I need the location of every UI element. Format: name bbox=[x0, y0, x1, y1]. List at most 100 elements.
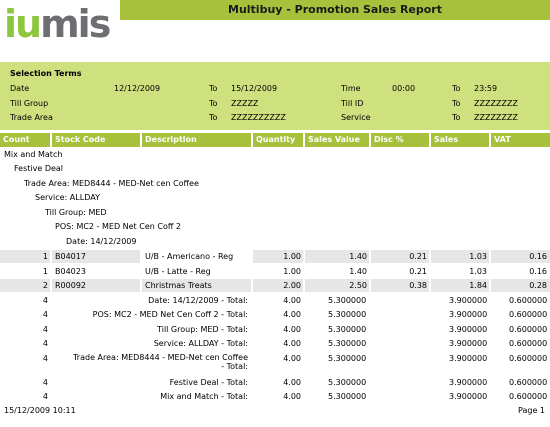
total-count: 4 bbox=[42, 296, 48, 305]
total-sales-value: 5.300000 bbox=[328, 392, 367, 401]
cell-disc: 0.21 bbox=[371, 250, 429, 263]
total-quantity: 4.00 bbox=[283, 339, 301, 348]
cell-sales-value: 1.40 bbox=[349, 267, 367, 276]
total-label: Service: ALLDAY - Total: bbox=[153, 339, 248, 348]
total-row: 4 Festive Deal - Total: 4.00 5.300000 3.… bbox=[0, 376, 550, 390]
total-vat: 0.600000 bbox=[509, 392, 548, 401]
group-date: Date: 14/12/2009 bbox=[66, 237, 137, 246]
group-service: Service: ALLDAY bbox=[35, 193, 100, 202]
service-to: ZZZZZZZZ bbox=[474, 113, 518, 122]
report-title: Multibuy - Promotion Sales Report bbox=[228, 3, 442, 16]
total-sales-value: 5.300000 bbox=[328, 310, 367, 319]
group-mix-and-match: Mix and Match bbox=[4, 150, 63, 159]
title-bar: Multibuy - Promotion Sales Report bbox=[120, 0, 550, 20]
cell-sales-value: 2.50 bbox=[305, 279, 369, 292]
total-count: 4 bbox=[42, 378, 48, 387]
group-pos: POS: MC2 - MED Net Cen Coff 2 bbox=[55, 222, 181, 231]
cell-description: U/B - Latte - Reg bbox=[145, 267, 211, 276]
total-sales: 3.900000 bbox=[449, 339, 488, 348]
total-count: 4 bbox=[42, 354, 48, 363]
cell-disc: 0.21 bbox=[409, 267, 427, 276]
total-row: 4 Date: 14/12/2009 - Total: 4.00 5.30000… bbox=[0, 294, 550, 308]
total-sales: 3.900000 bbox=[449, 296, 488, 305]
to-label: To bbox=[452, 113, 461, 122]
column-header-sales-value: Sales Value bbox=[305, 133, 369, 147]
cell-stock-code: B04017 bbox=[52, 250, 140, 263]
till-id-label: Till ID bbox=[341, 99, 364, 108]
to-label: To bbox=[209, 84, 218, 93]
to-label: To bbox=[452, 99, 461, 108]
iumis-logo: iumis bbox=[4, 2, 111, 46]
till-id-to: ZZZZZZZZ bbox=[474, 99, 518, 108]
selection-terms-panel: Selection Terms Date 12/12/2009 To 15/12… bbox=[0, 62, 550, 130]
total-label: Mix and Match - Total: bbox=[160, 392, 248, 401]
cell-quantity: 1.00 bbox=[283, 267, 301, 276]
total-sales-value: 5.300000 bbox=[328, 325, 367, 334]
total-sales-value: 5.300000 bbox=[328, 354, 367, 363]
total-vat: 0.600000 bbox=[509, 339, 548, 348]
date-to: 15/12/2009 bbox=[231, 84, 278, 93]
group-trade-area: Trade Area: MED8444 - MED-Net cen Coffee bbox=[24, 179, 199, 188]
total-vat: 0.600000 bbox=[509, 296, 548, 305]
total-quantity: 4.00 bbox=[283, 296, 301, 305]
logo-area: iumis bbox=[0, 0, 120, 50]
page-number: Page 1 bbox=[518, 406, 545, 415]
total-label: Trade Area: MED8444 - MED-Net cen Coffee… bbox=[73, 353, 248, 371]
total-sales-value: 5.300000 bbox=[328, 378, 367, 387]
total-quantity: 4.00 bbox=[283, 354, 301, 363]
to-label: To bbox=[209, 99, 218, 108]
table-row: 2 R00092 Christmas Treats 2.00 2.50 0.38… bbox=[0, 279, 550, 293]
column-header-quantity: Quantity bbox=[253, 133, 303, 147]
cell-quantity: 1.00 bbox=[253, 250, 303, 263]
time-to: 23:59 bbox=[474, 84, 498, 93]
report-header: iumis Multibuy - Promotion Sales Report bbox=[0, 0, 550, 50]
total-quantity: 4.00 bbox=[283, 392, 301, 401]
total-row: 4 Till Group: MED - Total: 4.00 5.300000… bbox=[0, 323, 550, 337]
cell-vat: 0.28 bbox=[491, 279, 550, 292]
to-label: To bbox=[452, 84, 461, 93]
service-label: Service bbox=[341, 113, 371, 122]
total-vat: 0.600000 bbox=[509, 325, 548, 334]
total-label: Till Group: MED - Total: bbox=[157, 325, 248, 334]
to-label: To bbox=[209, 113, 218, 122]
selection-terms-heading: Selection Terms bbox=[10, 69, 82, 78]
cell-sales: 1.84 bbox=[431, 279, 489, 292]
cell-vat: 0.16 bbox=[491, 250, 550, 263]
cell-disc: 0.38 bbox=[371, 279, 429, 292]
column-header-count: Count bbox=[0, 133, 50, 147]
till-group-label: Till Group bbox=[10, 99, 49, 108]
time-from: 00:00 bbox=[392, 84, 416, 93]
total-sales: 3.900000 bbox=[449, 392, 488, 401]
total-sales-value: 5.300000 bbox=[328, 339, 367, 348]
total-sales: 3.900000 bbox=[449, 325, 488, 334]
table-row: 1 B04017 U/B - Americano - Reg 1.00 1.40… bbox=[0, 250, 550, 264]
total-vat: 0.600000 bbox=[509, 378, 548, 387]
cell-stock-code: R00092 bbox=[52, 279, 140, 292]
date-from: 12/12/2009 bbox=[114, 84, 161, 93]
total-quantity: 4.00 bbox=[283, 378, 301, 387]
cell-sales: 1.03 bbox=[431, 250, 489, 263]
group-festive-deal: Festive Deal bbox=[14, 164, 64, 173]
cell-count: 2 bbox=[0, 279, 50, 292]
total-count: 4 bbox=[42, 339, 48, 348]
cell-vat: 0.16 bbox=[529, 267, 547, 276]
table-row: 1 B04023 U/B - Latte - Reg 1.00 1.40 0.2… bbox=[0, 265, 550, 279]
cell-sales: 1.03 bbox=[469, 267, 487, 276]
total-count: 4 bbox=[42, 392, 48, 401]
total-label: Date: 14/12/2009 - Total: bbox=[148, 296, 248, 305]
cell-count: 1 bbox=[0, 250, 50, 263]
date-label: Date bbox=[10, 84, 30, 93]
total-row: 4 Mix and Match - Total: 4.00 5.300000 3… bbox=[0, 390, 550, 404]
total-row: 4 POS: MC2 - MED Net Cen Coff 2 - Total:… bbox=[0, 308, 550, 322]
total-vat: 0.600000 bbox=[509, 310, 548, 319]
total-label: POS: MC2 - MED Net Cen Coff 2 - Total: bbox=[92, 310, 248, 319]
total-quantity: 4.00 bbox=[283, 310, 301, 319]
total-row: 4 Service: ALLDAY - Total: 4.00 5.300000… bbox=[0, 337, 550, 351]
total-sales: 3.900000 bbox=[449, 378, 488, 387]
cell-sales-value: 1.40 bbox=[305, 250, 369, 263]
time-label: Time bbox=[341, 84, 361, 93]
trade-area-to: ZZZZZZZZZZ bbox=[231, 113, 286, 122]
trade-area-label: Trade Area bbox=[10, 113, 53, 122]
cell-quantity: 2.00 bbox=[253, 279, 303, 292]
column-header-stock-code: Stock Code bbox=[52, 133, 140, 147]
